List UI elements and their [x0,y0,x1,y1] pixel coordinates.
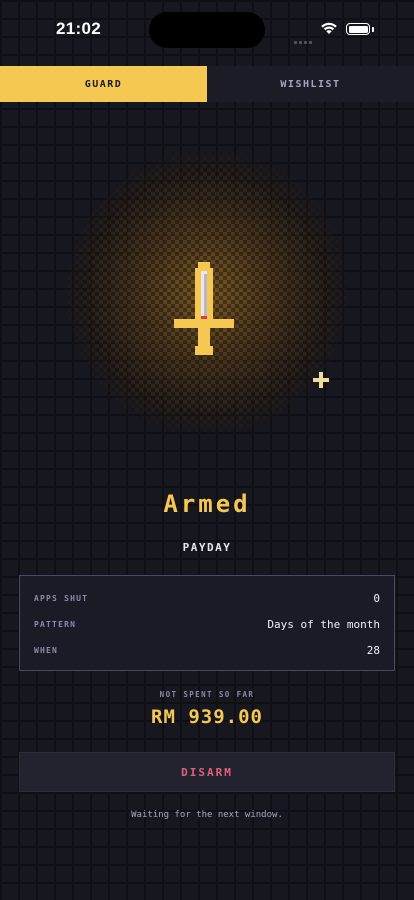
guard-details-card: APPS SHUT 0 PATTERN Days of the month WH… [19,575,395,671]
guard-mode: PAYDAY [182,541,232,554]
detail-value: Days of the month [267,617,380,631]
tab-guard[interactable]: GUARD [0,66,207,102]
tab-bar: GUARD WISHLIST [0,66,414,102]
dynamic-island [149,12,265,48]
detail-key: APPS SHUT [34,593,89,603]
saved-label: NOT SPENT SO FAR [159,690,255,699]
disarm-button[interactable]: DISARM [19,752,395,792]
detail-key: PATTERN [34,619,77,629]
battery-tip [372,27,374,32]
tab-wishlist[interactable]: WISHLIST [207,66,414,102]
saved-amount: RM 939.00 [151,706,263,728]
battery-icon [346,23,370,35]
detail-row: PATTERN Days of the month [34,616,380,632]
guard-state: Armed [163,490,251,518]
detail-value: 0 [373,591,380,605]
footer-message: Waiting for the next window. [131,810,283,820]
sparkle-icon [313,372,329,388]
wifi-icon [321,22,337,34]
detail-key: WHEN [34,645,59,655]
detail-value: 28 [366,643,380,657]
status-bar: 21:02 [0,0,414,62]
status-time: 21:02 [56,19,101,38]
detail-row: WHEN 28 [34,642,380,658]
detail-row: APPS SHUT 0 [34,590,380,606]
sword-icon [174,262,234,355]
cellular-signal-icon [294,29,314,44]
